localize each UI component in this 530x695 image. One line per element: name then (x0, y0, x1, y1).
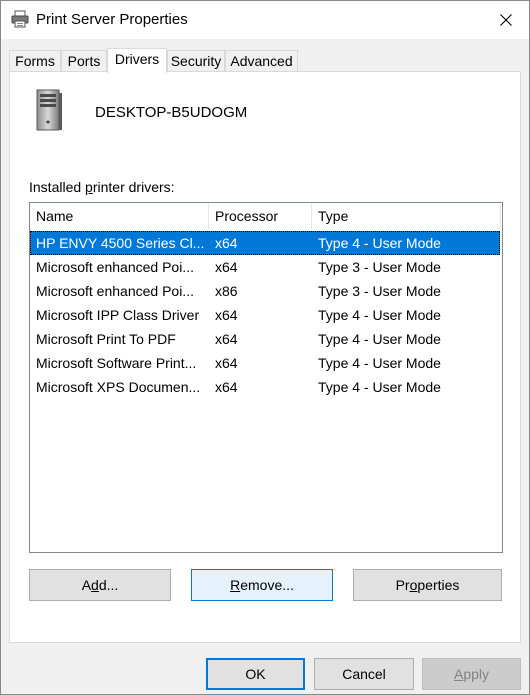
driver-row[interactable]: HP ENVY 4500 Series Cl... x64 Type 4 - U… (30, 231, 500, 255)
driver-row[interactable]: Microsoft XPS Documen... x64 Type 4 - Us… (30, 375, 500, 399)
tab-ports[interactable]: Ports (61, 50, 107, 72)
server-icon (36, 89, 62, 131)
driver-name: Microsoft enhanced Poi... (36, 259, 194, 275)
window-title: Print Server Properties (36, 11, 188, 28)
tab-advanced[interactable]: Advanced (225, 50, 298, 72)
column-header-processor[interactable]: Processor (209, 203, 312, 229)
driver-type: Type 4 - User Mode (318, 355, 441, 371)
add-button[interactable]: Add... (29, 569, 171, 601)
driver-type: Type 4 - User Mode (318, 379, 441, 395)
driver-type: Type 3 - User Mode (318, 259, 441, 275)
driver-processor: x64 (215, 307, 238, 323)
driver-name: Microsoft Print To PDF (36, 331, 176, 347)
driver-processor: x64 (215, 259, 238, 275)
properties-button[interactable]: Properties (353, 569, 502, 601)
printer-icon (11, 10, 29, 28)
ok-button[interactable]: OK (206, 658, 305, 690)
driver-processor: x64 (215, 235, 238, 251)
list-header: Name Processor Type (30, 203, 502, 229)
driver-type: Type 4 - User Mode (318, 331, 441, 347)
installed-drivers-label: Installed printer drivers: (29, 179, 175, 195)
cancel-button[interactable]: Cancel (314, 658, 414, 690)
driver-row[interactable]: Microsoft enhanced Poi... x64 Type 3 - U… (30, 255, 500, 279)
close-button[interactable] (483, 1, 529, 39)
driver-row[interactable]: Microsoft enhanced Poi... x86 Type 3 - U… (30, 279, 500, 303)
driver-row[interactable]: Microsoft Software Print... x64 Type 4 -… (30, 351, 500, 375)
driver-name: Microsoft IPP Class Driver (36, 307, 200, 323)
title-bar: Print Server Properties (1, 1, 529, 39)
driver-row[interactable]: Microsoft Print To PDF x64 Type 4 - User… (30, 327, 500, 351)
driver-name: Microsoft enhanced Poi... (36, 283, 194, 299)
driver-name: Microsoft Software Print... (36, 355, 197, 371)
driver-processor: x64 (215, 331, 238, 347)
apply-button[interactable]: Apply (422, 658, 521, 690)
print-server-properties-window: Print Server Properties Forms Ports Driv… (0, 0, 530, 695)
driver-processor: x86 (215, 283, 238, 299)
driver-type: Type 4 - User Mode (318, 307, 441, 323)
column-header-type[interactable]: Type (312, 203, 501, 229)
driver-processor: x64 (215, 355, 238, 371)
tab-security[interactable]: Security (167, 50, 225, 72)
driver-row[interactable]: Microsoft IPP Class Driver x64 Type 4 - … (30, 303, 500, 327)
remove-button[interactable]: Remove... (191, 569, 333, 601)
driver-type: Type 4 - User Mode (318, 235, 441, 251)
tab-drivers[interactable]: Drivers (107, 48, 167, 73)
driver-type: Type 3 - User Mode (318, 283, 441, 299)
drivers-panel: DESKTOP-B5UDOGM Installed printer driver… (9, 71, 521, 643)
driver-processor: x64 (215, 379, 238, 395)
driver-name: Microsoft XPS Documen... (36, 379, 201, 395)
server-name: DESKTOP-B5UDOGM (95, 104, 248, 121)
column-header-name[interactable]: Name (30, 203, 209, 229)
close-icon (500, 14, 512, 26)
tab-forms[interactable]: Forms (9, 50, 61, 72)
drivers-list[interactable]: Name Processor Type HP ENVY 4500 Series … (29, 202, 503, 553)
driver-name: HP ENVY 4500 Series Cl... (36, 235, 205, 251)
